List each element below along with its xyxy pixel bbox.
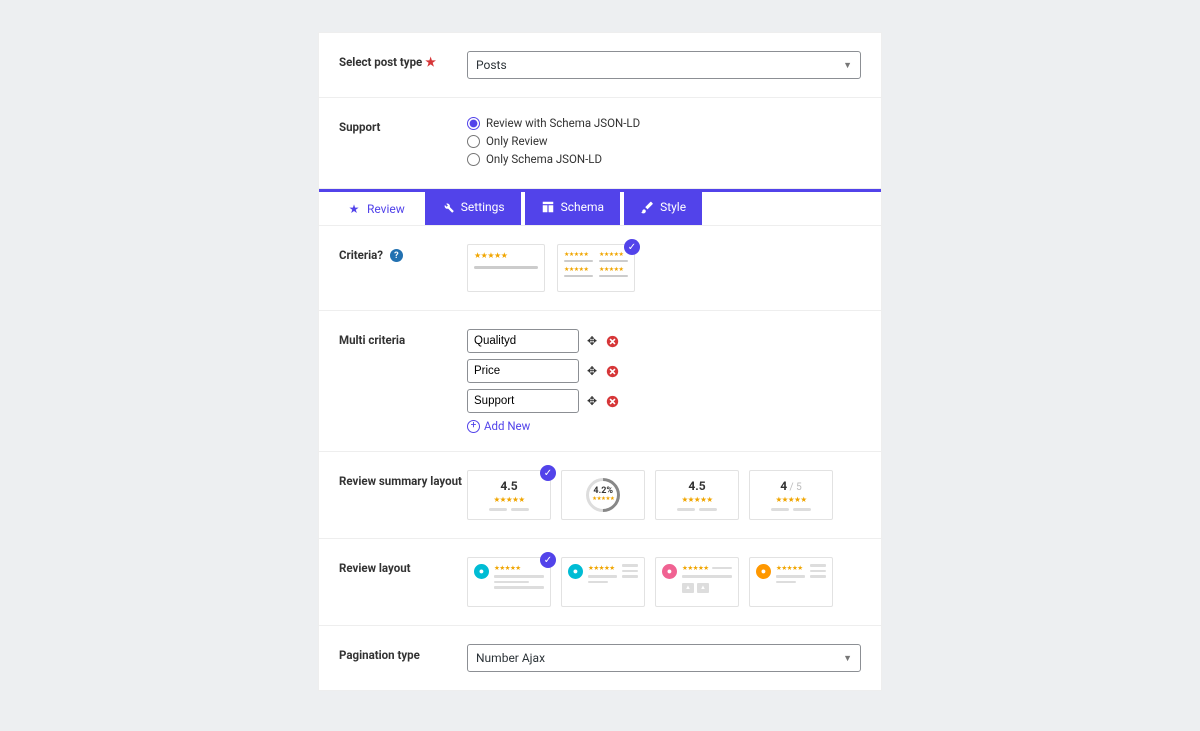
check-icon: ✓	[540, 465, 556, 481]
stars-icon: ★★★★★	[564, 251, 593, 258]
summary-option-2[interactable]: 4.2% ★★★★★	[561, 470, 645, 520]
review-layout-label: Review layout	[339, 557, 467, 607]
radio-only-schema[interactable]: Only Schema JSON-LD	[467, 152, 861, 166]
progress-ring-icon: 4.2% ★★★★★	[579, 471, 627, 519]
move-icon[interactable]: ✥	[585, 394, 599, 408]
section-post-type: Select post type★ Posts ▼	[319, 33, 881, 98]
avatar-icon: ●	[568, 564, 583, 579]
summary-layout-label: Review summary layout	[339, 470, 467, 520]
delete-icon[interactable]	[605, 394, 619, 408]
radio-only-review[interactable]: Only Review	[467, 134, 861, 148]
image-icon: ▲	[682, 583, 694, 593]
avatar-icon: ●	[756, 564, 771, 579]
stars-icon: ★★★★★	[494, 564, 544, 572]
post-type-select[interactable]: Posts ▼	[467, 51, 861, 79]
criteria-row: ✥	[467, 389, 861, 413]
help-icon[interactable]: ?	[390, 249, 403, 262]
star-icon: ★	[347, 202, 361, 216]
pagination-type-select[interactable]: Number Ajax ▼	[467, 644, 861, 672]
plus-icon: +	[467, 420, 480, 433]
section-review-layout: Review layout ● ★★★★★ ✓ ● ★★★★★	[319, 539, 881, 626]
add-new-button[interactable]: + Add New	[467, 419, 861, 433]
support-radio-group: Review with Schema JSON-LD Only Review O…	[467, 116, 861, 170]
review-layout-option-3[interactable]: ● ★★★★★ ▲▲	[655, 557, 739, 607]
stars-icon: ★★★★★	[493, 495, 524, 504]
section-pagination: Pagination type Number Ajax ▼	[319, 626, 881, 690]
section-multi-criteria: Multi criteria ✥ ✥	[319, 311, 881, 452]
radio-input[interactable]	[467, 153, 480, 166]
image-icon: ▲	[697, 583, 709, 593]
summary-option-1[interactable]: 4.5 ★★★★★ ✓	[467, 470, 551, 520]
radio-review-schema[interactable]: Review with Schema JSON-LD	[467, 116, 861, 130]
post-type-label: Select post type★	[339, 51, 467, 79]
stars-icon: ★★★★★	[682, 564, 709, 572]
wrench-icon	[441, 200, 455, 214]
chevron-down-icon: ▼	[843, 60, 852, 71]
stars-icon: ★★★★★	[588, 564, 615, 572]
move-icon[interactable]: ✥	[585, 334, 599, 348]
multi-criteria-label: Multi criteria	[339, 329, 467, 433]
move-icon[interactable]: ✥	[585, 364, 599, 378]
avatar-icon: ●	[474, 564, 489, 579]
section-support: Support Review with Schema JSON-LD Only …	[319, 98, 881, 189]
tab-review[interactable]: ★ Review	[331, 189, 421, 225]
tab-style[interactable]: Style	[624, 189, 702, 225]
criteria-input[interactable]	[467, 329, 579, 353]
stars-icon: ★★★★★	[564, 266, 593, 273]
criteria-input[interactable]	[467, 389, 579, 413]
required-star: ★	[425, 55, 436, 69]
tab-schema[interactable]: Schema	[525, 189, 620, 225]
avatar-icon: ●	[662, 564, 677, 579]
radio-input[interactable]	[467, 117, 480, 130]
stars-icon: ★★★★★	[474, 251, 538, 260]
radio-input[interactable]	[467, 135, 480, 148]
criteria-row: ✥	[467, 329, 861, 353]
tab-settings[interactable]: Settings	[425, 189, 521, 225]
check-icon: ✓	[624, 239, 640, 255]
grid-icon	[541, 200, 555, 214]
section-summary-layout: Review summary layout 4.5 ★★★★★ ✓ 4.2% ★…	[319, 452, 881, 539]
brush-icon	[640, 200, 654, 214]
criteria-row: ✥	[467, 359, 861, 383]
pagination-type-label: Pagination type	[339, 644, 467, 672]
section-criteria: Criteria? ? ★★★★★ ★★★★★ ★★★★★ ★★★★★ ★★★★…	[319, 226, 881, 311]
stars-icon: ★★★★★	[776, 564, 803, 572]
criteria-input[interactable]	[467, 359, 579, 383]
tab-strip: ★ Review Settings Schema Style	[319, 189, 881, 226]
stars-icon: ★★★★★	[775, 495, 806, 504]
criteria-label: Criteria? ?	[339, 244, 467, 292]
check-icon: ✓	[540, 552, 556, 568]
support-label: Support	[339, 116, 467, 170]
chevron-down-icon: ▼	[843, 653, 852, 664]
criteria-option-single[interactable]: ★★★★★	[467, 244, 545, 292]
delete-icon[interactable]	[605, 364, 619, 378]
stars-icon: ★★★★★	[681, 495, 712, 504]
stars-icon: ★★★★★	[599, 266, 628, 273]
summary-option-3[interactable]: 4.5 ★★★★★	[655, 470, 739, 520]
criteria-option-multi[interactable]: ★★★★★ ★★★★★ ★★★★★ ★★★★★ ✓	[557, 244, 635, 292]
review-layout-option-4[interactable]: ● ★★★★★	[749, 557, 833, 607]
settings-panel: Select post type★ Posts ▼ Support Review…	[318, 32, 882, 691]
review-layout-option-2[interactable]: ● ★★★★★	[561, 557, 645, 607]
delete-icon[interactable]	[605, 334, 619, 348]
stars-icon: ★★★★★	[599, 251, 628, 258]
summary-option-4[interactable]: 4 / 5 ★★★★★	[749, 470, 833, 520]
review-layout-option-1[interactable]: ● ★★★★★ ✓	[467, 557, 551, 607]
